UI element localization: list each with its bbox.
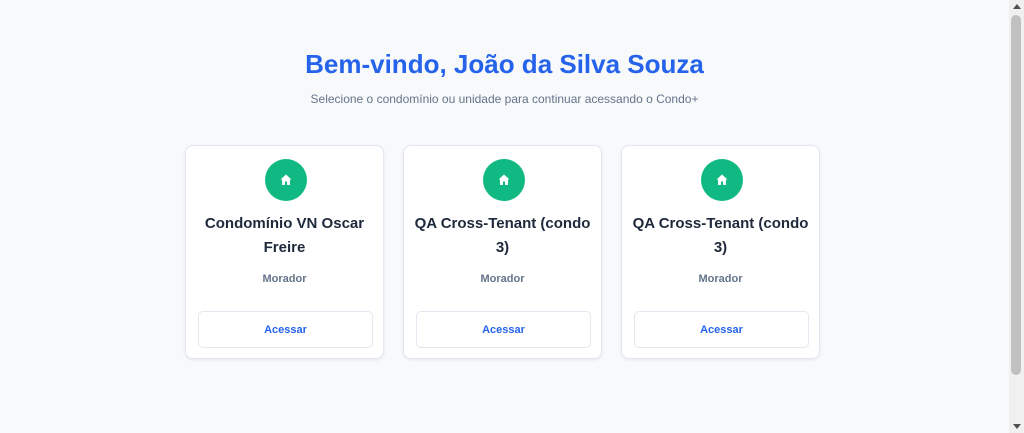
condo-name: QA Cross-Tenant (condo 3) — [414, 215, 591, 256]
condo-role: Morador — [480, 273, 525, 285]
condo-role: Morador — [262, 273, 307, 285]
condo-card[interactable]: QA Cross-Tenant (condo 3) Morador Acessa… — [621, 145, 820, 359]
home-icon — [265, 159, 307, 201]
home-icon-glyph — [498, 174, 510, 185]
scroll-up-arrow-icon[interactable] — [1013, 4, 1021, 9]
home-icon-glyph — [716, 174, 728, 185]
condo-card[interactable]: QA Cross-Tenant (condo 3) Morador Acessa… — [403, 145, 602, 359]
welcome-title: Bem-vindo, João da Silva Souza — [305, 49, 704, 79]
home-icon — [483, 159, 525, 201]
access-button[interactable]: Acessar — [634, 311, 809, 348]
condo-name: QA Cross-Tenant (condo 3) — [632, 215, 809, 256]
home-icon — [701, 159, 743, 201]
welcome-subtitle: Selecione o condomínio ou unidade para c… — [310, 92, 699, 106]
access-button[interactable]: Acessar — [416, 311, 591, 348]
access-button[interactable]: Acessar — [198, 311, 373, 348]
page: Bem-vindo, João da Silva Souza Selecione… — [0, 0, 1009, 433]
condo-name: Condomínio VN Oscar Freire — [204, 215, 365, 256]
scroll-down-arrow-icon[interactable] — [1013, 424, 1021, 429]
condo-role: Morador — [698, 273, 743, 285]
vertical-scrollbar[interactable] — [1009, 0, 1024, 433]
home-icon-glyph — [280, 174, 292, 185]
condo-card-list: Condomínio VN Oscar Freire Morador Acess… — [185, 145, 820, 359]
scrollbar-thumb[interactable] — [1011, 15, 1021, 375]
condo-card[interactable]: Condomínio VN Oscar Freire Morador Acess… — [185, 145, 384, 359]
